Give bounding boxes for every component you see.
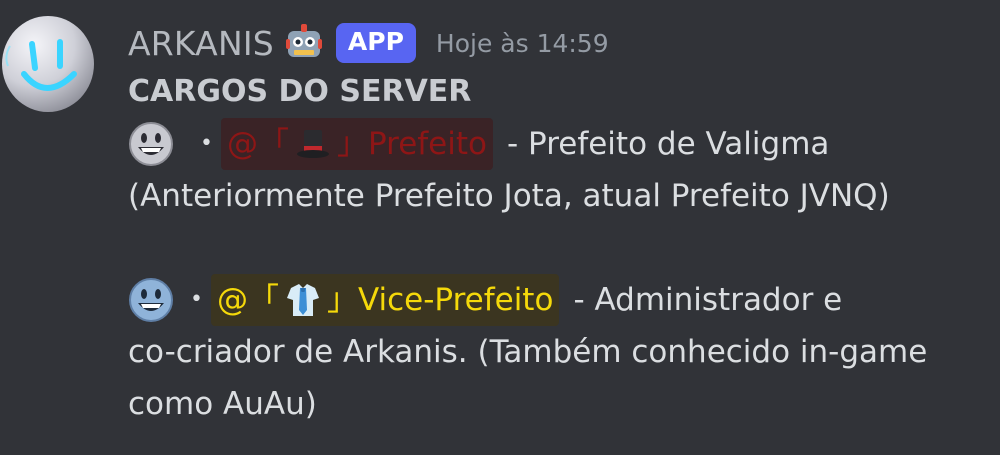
mention-prefix: @「 [226,126,289,162]
role-mention-prefeito[interactable]: @「 」Prefeito [220,118,493,170]
avatar[interactable] [2,16,94,112]
grinning-face-icon [129,122,173,166]
role-description: - Prefeito de Valigma [507,126,830,162]
role-mention-vice-prefeito[interactable]: @「 」Vice-Prefeito [210,274,560,326]
timestamp[interactable]: Hoje às 14:59 [436,29,609,58]
shirt-tie-icon [286,284,319,316]
top-hat-icon [296,130,329,158]
role-line: • @「 」Vice-Prefeito - Administrador e [128,274,988,326]
message-header: ARKANIS APP Hoje às 14:59 [128,20,609,66]
message-title: CARGOS DO SERVER [128,74,472,109]
app-badge: APP [335,23,416,63]
role-description-continued: como AuAu) [128,386,317,422]
role-description-continued: (Anteriormente Prefeito Jota, atual Pref… [128,178,890,214]
smiley-icon [5,39,77,91]
author-name[interactable]: ARKANIS [128,24,274,63]
message-content: • @「 」Prefeito - Prefeito de Valigma (An… [128,118,988,430]
role-line: • @「 」Prefeito - Prefeito de Valigma [128,118,988,170]
robot-icon [285,24,322,57]
blue-smiling-face-icon [129,278,173,322]
role-description-continued: co-criador de Arkanis. (Também conhecido… [128,334,928,370]
bullet: • [200,131,213,156]
role-description: - Administrador e [573,282,843,318]
mention-label: 」Prefeito [336,126,487,162]
bullet: • [190,287,203,312]
mention-prefix: @「 [216,282,279,318]
mention-label: 」Vice-Prefeito [326,282,554,318]
